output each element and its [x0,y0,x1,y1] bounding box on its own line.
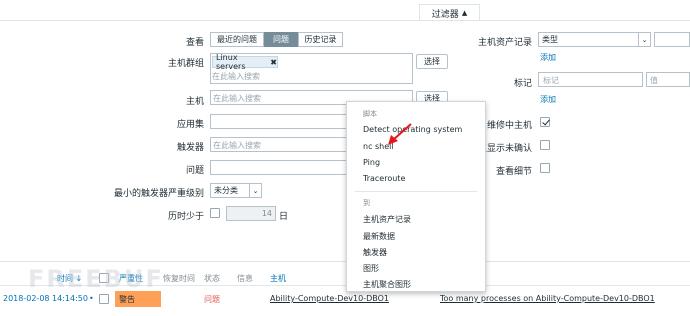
remove-tag-icon[interactable]: ✖ [270,58,277,67]
problem-input[interactable] [210,160,350,175]
trigger-label: 触发器 [176,143,204,153]
hostgroup-label: 主机群组 [167,59,204,69]
row-time[interactable]: 2018-02-08 14:14:50 [3,294,88,303]
chevron-down-icon: ⌄ [249,184,261,197]
col-info: 信息 [237,274,253,283]
row-checkbox[interactable] [99,294,109,304]
application-input[interactable] [210,114,350,129]
hostgroup-tag-label: Linux servers [216,53,246,71]
watermark: FREEBUF [28,265,164,293]
tag-name-placeholder: 标记 [543,76,559,85]
chevron-down-icon: ⌄ [638,33,650,46]
trigger-placeholder: 在此输入搜索 [213,141,261,150]
col-recovery-time: 恢复时间 [163,274,195,283]
hostgroup-placeholder: 在此输入搜索 [212,72,260,81]
inventory-field-select[interactable]: 类型 ⌄ [538,32,651,47]
unack-checkbox[interactable] [540,140,550,150]
row-host[interactable]: Ability-Compute-Dev10-DBO1 [270,294,389,303]
hostgroup-tag: Linux servers ✖ [212,53,278,71]
tab-recent-problems[interactable]: 最近的问题 [210,32,264,47]
collapse-triangle-icon: ▲ [461,9,468,17]
tab-problems[interactable]: 问题 [264,32,298,47]
row-bullet-icon: • [89,294,94,303]
age-label: 历时少于 [167,212,204,222]
maintenance-label: 维修中主机 [486,121,532,131]
filter-tab-label: 过滤器 [431,9,459,20]
age-days-input[interactable]: 14 [226,206,276,221]
tab-history[interactable]: 历史记录 [298,32,343,47]
row-status: 问题 [204,295,220,304]
menu-item-traceroute[interactable]: Traceroute [363,174,405,183]
tag-add-link[interactable]: 添加 [540,94,556,105]
col-status: 状态 [204,274,220,283]
host-label: 主机 [185,97,204,107]
menu-item-inventory[interactable]: 主机资产记录 [363,214,411,225]
min-severity-value: 未分类 [214,186,238,195]
min-severity-select[interactable]: 未分类 ⌄ [210,183,262,198]
col-host[interactable]: 主机 [270,273,286,284]
view-label: 查看 [185,38,204,48]
menu-item-latest-data[interactable]: 最新数据 [363,231,395,242]
menu-divider [355,191,477,192]
age-unit: 日 [279,212,289,222]
menu-scripts-header: 脚本 [363,110,377,118]
menu-item-screens[interactable]: 主机聚合图形 [363,279,411,290]
row-problem[interactable]: Too many processes on Ability-Compute-De… [440,294,655,303]
menu-item-graphs[interactable]: 图形 [363,263,379,274]
menu-item-ping[interactable]: Ping [363,158,380,167]
host-context-menu: 脚本 Detect operating system nc shell Ping… [346,101,486,292]
problem-label: 问题 [185,166,204,176]
tag-value-placeholder: 值 [650,76,658,85]
age-checkbox[interactable] [210,208,220,218]
hostgroup-select-button[interactable]: 选择 [416,54,448,69]
inventory-label: 主机资产记录 [477,38,532,48]
details-checkbox[interactable] [540,163,550,173]
severity-badge: 警告 [115,291,161,307]
inventory-value-input[interactable] [654,32,690,47]
min-severity-label: 最小的触发器严重级别 [113,189,204,199]
filter-tab[interactable]: 过滤器 ▲ [419,4,480,21]
menu-item-triggers[interactable]: 触发器 [363,247,387,258]
annotation-arrow-icon [388,123,412,145]
application-label: 应用集 [176,120,204,130]
inventory-add-link[interactable]: 添加 [540,52,556,63]
table-row: 2018-02-08 14:14:50 • 问题 Ability-Compute… [0,291,690,307]
inventory-field-value: 类型 [542,35,558,44]
host-placeholder: 在此输入搜索 [213,94,261,103]
menu-goto-header: 到 [363,199,370,207]
maintenance-checkbox[interactable] [540,117,550,127]
tags-label: 标记 [513,79,532,89]
